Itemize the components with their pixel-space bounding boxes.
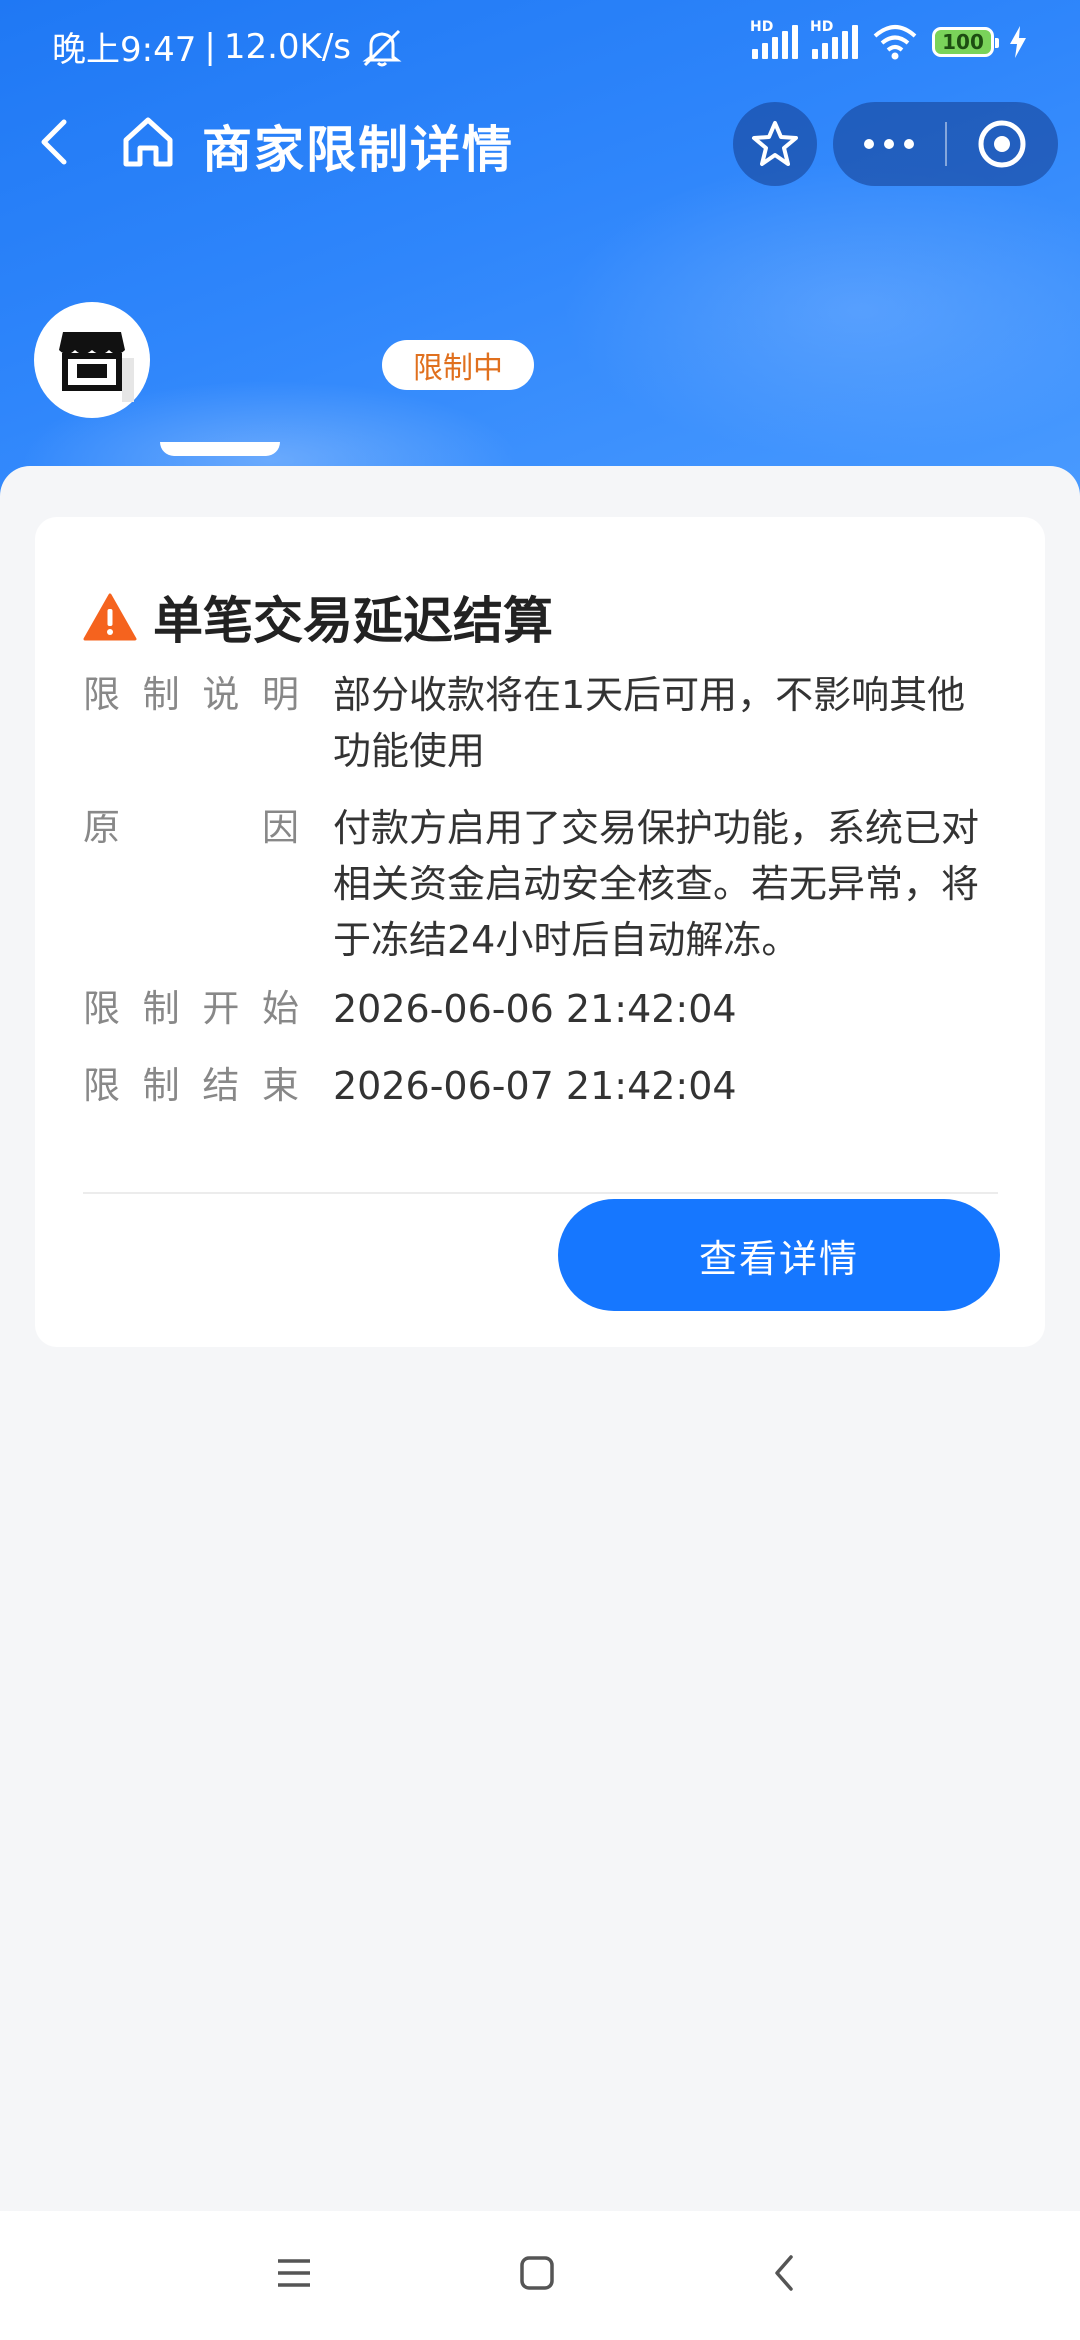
restriction-description: 部分收款将在1天后可用，不影响其他功能使用 [333, 673, 966, 773]
mini-program-capsule [833, 102, 1058, 186]
content-area: 单笔交易延迟结算 限制说明 部分收款将在1天后可用，不影响其他功能使用 原因 付… [0, 466, 1080, 2211]
divider [83, 1192, 998, 1194]
home-square-icon [520, 2256, 554, 2290]
signal-strength-2: HD [810, 19, 858, 59]
signal-strength-1: HD [750, 19, 798, 59]
mute-bell-icon [362, 29, 402, 66]
header-background: 晚上9:47 | 12.0K/s HD HD 100 商家限制详情 限制中 [0, 0, 1080, 520]
charging-icon [1010, 26, 1026, 58]
more-button[interactable] [833, 102, 945, 186]
back-icon [41, 119, 67, 165]
store-icon [59, 332, 125, 391]
restriction-title: 单笔交易延迟结算 [153, 592, 553, 650]
back-chevron-icon [775, 2255, 793, 2291]
close-mini-program-button[interactable] [947, 102, 1057, 186]
restriction-end-row: 限制结束 2026-06-07 21:42:04 [83, 1058, 1003, 1114]
star-icon [752, 121, 798, 166]
row-label: 限制结束 [83, 1064, 299, 1107]
system-home-button[interactable] [507, 2243, 567, 2303]
home-icon [123, 117, 173, 167]
restriction-start-row: 限制开始 2026-06-06 21:42:04 [83, 981, 1003, 1037]
status-time: 晚上9:47 [52, 30, 197, 70]
row-label: 限制说明 [83, 673, 299, 716]
wifi-icon [873, 25, 917, 60]
status-badge: 限制中 [382, 340, 534, 390]
status-bar: 晚上9:47 | 12.0K/s HD HD 100 [0, 0, 1080, 90]
row-label: 原因 [83, 806, 299, 849]
home-button[interactable] [118, 112, 178, 172]
system-back-button[interactable] [755, 2243, 815, 2303]
restriction-start-time: 2026-06-06 21:42:04 [333, 987, 737, 1031]
warning-icon [83, 593, 137, 641]
target-icon [978, 120, 1026, 168]
menu-icon [278, 2259, 310, 2287]
reason-text: 付款方启用了交易保护功能，系统已对相关资金启动安全核查。若无异常，将于冻结24小… [333, 806, 980, 962]
favorite-button[interactable] [733, 102, 817, 186]
reason-row: 原因 付款方启用了交易保护功能，系统已对相关资金启动安全核查。若无异常，将于冻结… [83, 800, 1003, 968]
navigation-bar: 商家限制详情 [0, 92, 1080, 192]
back-button[interactable] [28, 112, 88, 172]
page-title: 商家限制详情 [202, 121, 514, 179]
more-icon [864, 139, 874, 149]
network-speed: 12.0K/s [223, 26, 351, 67]
restriction-end-time: 2026-06-07 21:42:04 [333, 1064, 737, 1108]
restriction-card: 单笔交易延迟结算 限制说明 部分收款将在1天后可用，不影响其他功能使用 原因 付… [35, 517, 1045, 1347]
system-navigation-bar [0, 2211, 1080, 2340]
recent-apps-button[interactable] [264, 2243, 324, 2303]
restriction-description-row: 限制说明 部分收款将在1天后可用，不影响其他功能使用 [83, 667, 1003, 779]
view-details-button[interactable]: 查看详情 [558, 1199, 1000, 1311]
row-label: 限制开始 [83, 987, 299, 1030]
battery-indicator: 100 [932, 27, 999, 57]
